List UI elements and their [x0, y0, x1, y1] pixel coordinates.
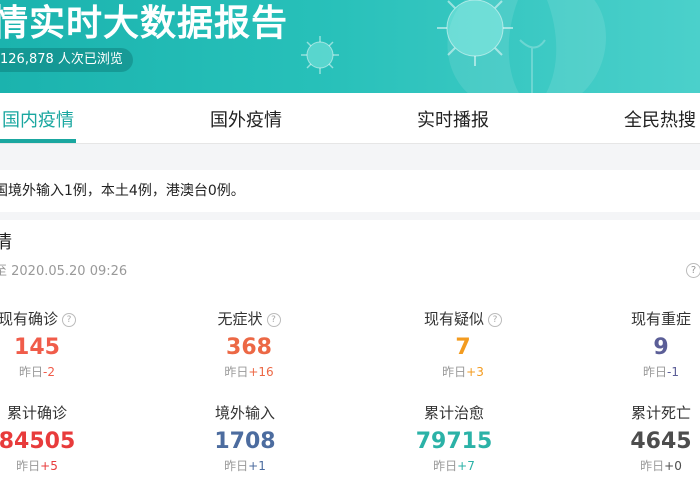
- stat-delta: 昨日+3: [442, 365, 484, 379]
- stat-delta: 昨日-2: [19, 365, 55, 379]
- notice-text: 国境外输入1例，本土4例，港澳台0例。: [0, 183, 245, 199]
- help-icon[interactable]: ?: [686, 263, 700, 278]
- stat-value: 7: [455, 335, 471, 360]
- stat-label: 无症状: [217, 310, 263, 328]
- header-banner: 情实时大数据报告 126,878 人次已浏览: [0, 0, 700, 93]
- notice-bar: 国境外输入1例，本土4例，港澳台0例。: [0, 170, 700, 212]
- stat-delta: 昨日+16: [224, 365, 274, 379]
- question-icon[interactable]: ?: [62, 313, 76, 327]
- stat-label: 现有重症: [630, 310, 691, 328]
- stats-card: 情 至 2020.05.20 09:26 ? 现有确诊? 145 昨日-2 无症…: [0, 220, 700, 500]
- stat-delta: 昨日+7: [433, 459, 475, 473]
- card-title: 情: [0, 232, 12, 253]
- view-count-badge: 126,878 人次已浏览: [0, 48, 133, 72]
- stat-label: 累计治愈: [423, 404, 484, 422]
- stat-current-confirmed: 现有确诊? 145 昨日-2: [0, 308, 87, 380]
- stat-delta: 昨日-1: [643, 365, 679, 379]
- stat-imported: 境外输入 1708 昨日+1: [195, 402, 295, 474]
- stat-label: 境外输入: [214, 404, 275, 422]
- stat-delta: 昨日+1: [224, 459, 266, 473]
- stat-value: 1708: [214, 429, 276, 454]
- stat-value: 79715: [415, 429, 493, 454]
- stat-total-deaths: 累计死亡 4645 昨日+0: [611, 402, 700, 474]
- tab-hot-search[interactable]: 全民热搜: [624, 93, 696, 143]
- tab-international[interactable]: 国外疫情: [210, 93, 282, 143]
- stat-current-severe: 现有重症 9 昨日-1: [611, 308, 700, 380]
- update-time: 至 2020.05.20 09:26: [0, 264, 128, 279]
- question-icon[interactable]: ?: [488, 313, 502, 327]
- stat-label: 现有确诊: [0, 310, 58, 328]
- stat-delta: 昨日+0: [640, 459, 682, 473]
- stat-value: 84505: [0, 429, 76, 454]
- question-icon[interactable]: ?: [266, 313, 281, 327]
- stat-label: 累计确诊: [6, 404, 67, 422]
- stat-current-suspected: 现有疑似? 7 昨日+3: [413, 308, 513, 380]
- stat-value: 368: [226, 335, 272, 360]
- stat-label: 现有疑似: [423, 310, 484, 328]
- tab-live-broadcast[interactable]: 实时播报: [417, 93, 489, 143]
- tab-domestic[interactable]: 国内疫情: [2, 93, 74, 143]
- stat-label: 累计死亡: [630, 404, 691, 422]
- stat-total-confirmed: 累计确诊 84505 昨日+5: [0, 402, 87, 474]
- stat-asymptomatic: 无症状? 368 昨日+16: [199, 308, 299, 380]
- tab-divider: [0, 143, 700, 144]
- tab-bar: 国内疫情 国外疫情 实时播报 全民热搜: [0, 93, 700, 143]
- page-title: 情实时大数据报告: [0, 3, 289, 44]
- stat-value: 9: [653, 335, 669, 360]
- stat-value: 145: [14, 335, 60, 360]
- stat-total-cured: 累计治愈 79715 昨日+7: [404, 402, 504, 474]
- stat-value: 4645: [630, 429, 692, 454]
- stat-delta: 昨日+5: [16, 459, 58, 473]
